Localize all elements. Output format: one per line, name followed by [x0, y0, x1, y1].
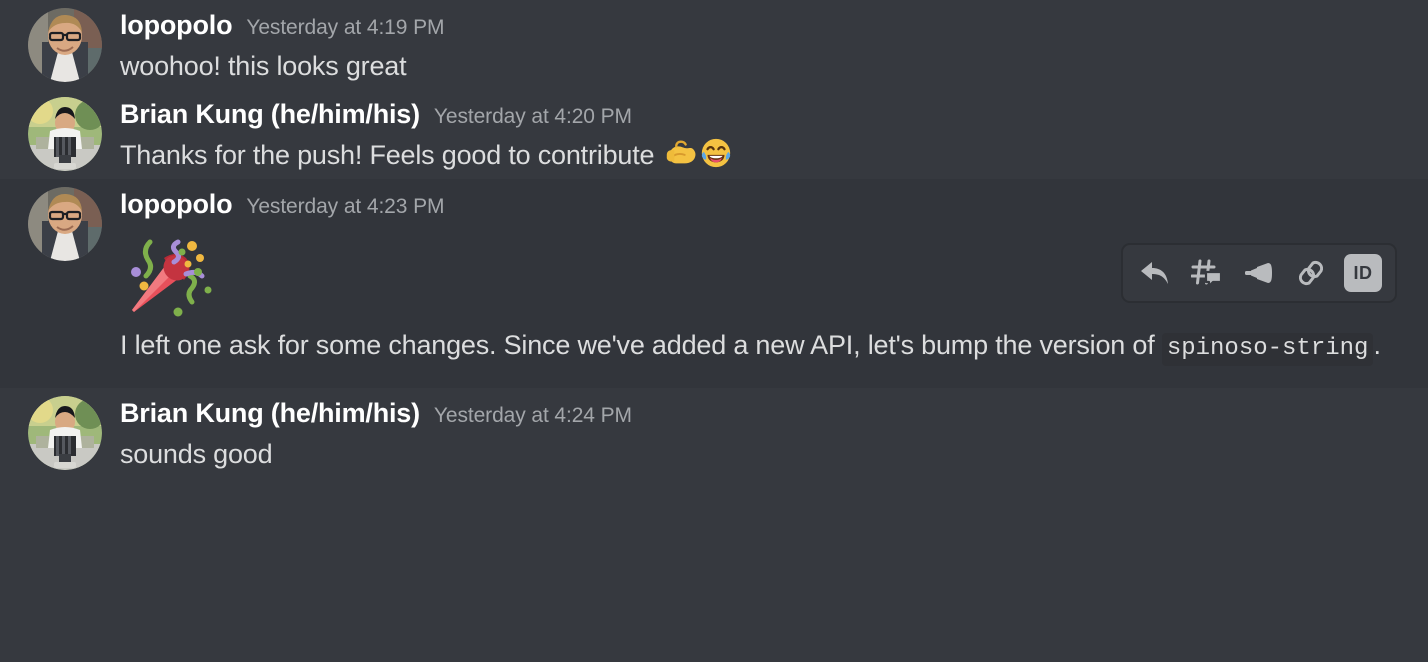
message-text-run-2: . [1373, 329, 1381, 360]
megaphone-icon [1243, 258, 1275, 288]
message-timestamp: Yesterday at 4:19 PM [246, 16, 445, 39]
message-header: lopopolo Yesterday at 4:23 PM [120, 189, 1408, 220]
copy-id-button[interactable]: ID [1337, 250, 1389, 296]
message-text: I left one ask for some changes. Since w… [120, 326, 1408, 366]
message-text: Thanks for the push! Feels good to contr… [120, 136, 1408, 174]
message-header: Brian Kung (he/him/his) Yesterday at 4:2… [120, 398, 1408, 429]
flexed-biceps-icon [663, 136, 697, 170]
message-text-run: I left one ask for some changes. Since w… [120, 329, 1162, 360]
face-with-tears-of-joy-icon [699, 136, 733, 170]
party-popper-icon [120, 224, 216, 320]
avatar[interactable] [28, 395, 102, 470]
message-body: Brian Kung (he/him/his) Yesterday at 4:2… [120, 97, 1408, 174]
reply-button[interactable] [1129, 250, 1181, 296]
reply-icon [1139, 258, 1171, 288]
message-timestamp: Yesterday at 4:24 PM [433, 403, 632, 427]
link-icon [1295, 258, 1327, 288]
message-header: Brian Kung (he/him/his) Yesterday at 4:2… [120, 99, 1408, 130]
inline-code: spinoso-string [1161, 332, 1374, 366]
message-text: woohoo! this looks great [120, 51, 407, 82]
message-body: lopopolo Yesterday at 4:19 PM woohoo! th… [120, 8, 1408, 85]
message-hover-toolbar: ID [1122, 244, 1396, 302]
message-item[interactable]: lopopolo Yesterday at 4:19 PM woohoo! th… [0, 0, 1428, 89]
create-thread-icon [1191, 258, 1223, 288]
message-author[interactable]: Brian Kung (he/him/his) [120, 398, 420, 429]
message-author[interactable]: lopopolo [120, 10, 233, 41]
create-thread-button[interactable] [1181, 250, 1233, 296]
message-item[interactable]: Brian Kung (he/him/his) Yesterday at 4:2… [0, 388, 1428, 477]
message-timestamp: Yesterday at 4:20 PM [433, 105, 632, 129]
message-text-run: Thanks for the push! Feels good to contr… [120, 140, 662, 171]
message-timestamp: Yesterday at 4:23 PM [246, 194, 445, 218]
copy-link-button[interactable] [1285, 250, 1337, 296]
message-author[interactable]: lopopolo [120, 189, 233, 220]
message-header: lopopolo Yesterday at 4:19 PM [120, 10, 1408, 41]
message-text: sounds good [120, 438, 273, 469]
message-body: Brian Kung (he/him/his) Yesterday at 4:2… [120, 396, 1408, 473]
avatar[interactable] [28, 8, 102, 82]
avatar[interactable] [28, 97, 102, 172]
message-item[interactable]: Brian Kung (he/him/his) Yesterday at 4:2… [0, 89, 1428, 178]
copy-id-icon: ID [1344, 254, 1382, 292]
message-author[interactable]: Brian Kung (he/him/his) [120, 99, 420, 130]
message-list: lopopolo Yesterday at 4:19 PM woohoo! th… [0, 0, 1428, 662]
megaphone-button[interactable] [1233, 250, 1285, 296]
avatar[interactable] [28, 186, 102, 261]
